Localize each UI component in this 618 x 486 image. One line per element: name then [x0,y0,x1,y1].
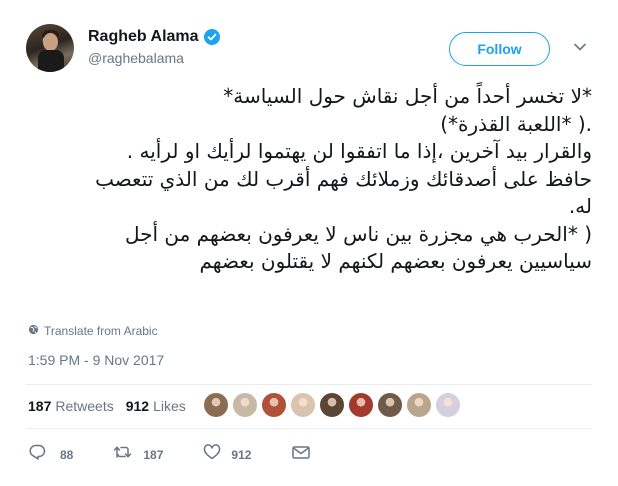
retweets-count: 187 [28,398,52,414]
reply-count: 88 [60,447,74,462]
tweet-text: *لا تخسر أحداً من أجل نقاش حول السياسة* … [26,83,592,276]
translate-link[interactable]: Translate from Arabic [28,322,158,340]
reply-button[interactable]: 88 [28,444,73,465]
likes-label: Likes [153,398,186,414]
user-handle[interactable]: @raghebalama [88,50,184,66]
likes-count: 912 [125,398,150,414]
tweet-line: حافظ على أصدقائك وزملائك فهم أقرب لك من … [95,166,592,191]
like-count: 912 [231,447,252,462]
translate-label: Translate from Arabic [44,324,158,338]
tweet-line: ( *الحرب هي مجزرة بين ناس لا يعرفون بعضه… [124,221,592,246]
user-name-row[interactable]: Ragheb Alama [88,28,220,46]
retweets-stat[interactable]: 187 Retweets [28,398,114,414]
tweet-line: والقرار بيد آخرين ،إذا ما اتفقوا لن يهتم… [126,139,592,163]
divider [26,384,592,385]
tweet-card: Ragheb Alama @raghebalama Follow *لا تخس… [0,0,618,486]
retweet-icon [113,444,133,465]
like-button[interactable]: 912 [203,444,251,465]
tweet-line: له. [568,194,592,218]
avatar[interactable] [26,24,74,72]
likes-stat[interactable]: 912 Likes [126,398,186,414]
chevron-down-icon[interactable] [573,40,587,54]
tweet-actions: 88 187 912 [28,444,351,465]
liker-avatar[interactable] [261,392,287,418]
tweet-line: .( *اللعبة القذرة*) [440,111,592,136]
engagement-stats: 187 Retweets 912 Likes [28,398,198,414]
direct-message-button[interactable] [291,444,311,465]
liker-avatar[interactable] [377,392,403,418]
liker-avatar[interactable] [232,392,258,418]
heart-icon [203,444,221,465]
liker-avatar[interactable] [319,392,345,418]
retweet-button[interactable]: 187 [113,444,163,465]
envelope-icon [291,444,311,465]
retweets-label: Retweets [55,398,114,414]
reply-icon [28,444,46,465]
verified-badge-icon [203,29,220,45]
liker-avatars [203,392,464,418]
liker-avatar[interactable] [203,392,229,418]
divider [26,428,592,429]
liker-avatar[interactable] [406,392,432,418]
display-name[interactable]: Ragheb Alama [88,28,199,46]
avatar-suit [38,50,64,72]
liker-avatar[interactable] [348,392,374,418]
tweet-line: *لا تخسر أحداً من أجل نقاش حول السياسة* [223,84,592,108]
liker-avatar[interactable] [290,392,316,418]
tweet-timestamp[interactable]: 1:59 PM - 9 Nov 2017 [28,352,164,368]
globe-icon [28,322,39,340]
follow-button[interactable]: Follow [449,32,550,66]
tweet-line: سياسيين يعرفون بعضهم لكنهم لا يقتلون بعض… [199,249,592,273]
avatar-face [43,33,58,51]
retweet-count: 187 [143,447,164,462]
liker-avatar[interactable] [435,392,461,418]
